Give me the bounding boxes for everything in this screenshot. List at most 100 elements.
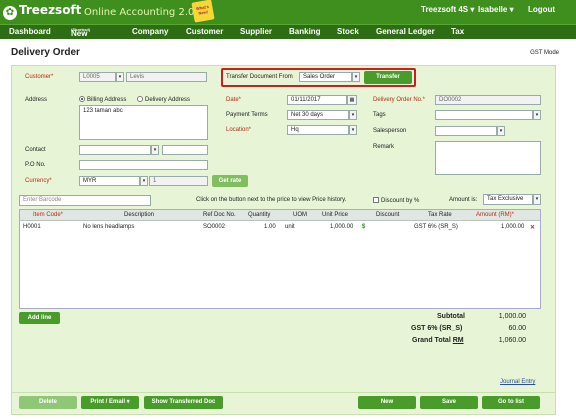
cell-unit-price[interactable]: 1,000.00 — [330, 224, 353, 230]
tags-dropdown-icon[interactable]: ▾ — [533, 110, 541, 120]
remark-label: Remark — [373, 144, 395, 150]
currency-select[interactable]: MYR — [79, 176, 140, 186]
customer-name-field[interactable]: Levis — [126, 72, 207, 82]
customer-label: Customer* — [25, 74, 54, 80]
address-textarea[interactable]: 123 taman abc — [79, 105, 208, 140]
terms-dropdown-icon[interactable]: ▾ — [349, 110, 357, 120]
cell-tax-rate[interactable]: GST 6% (SR_S) — [414, 224, 458, 230]
transfer-button[interactable]: Transfer — [364, 71, 412, 84]
tags-label: Tags — [373, 112, 386, 118]
currency-dropdown-icon[interactable]: ▾ — [140, 176, 148, 186]
nav-stock[interactable]: Stock — [337, 27, 359, 36]
radio-unchecked-icon — [137, 96, 143, 102]
billing-address-radio[interactable]: Billing Address — [79, 96, 126, 103]
amount-is-dropdown-icon[interactable]: ▾ — [533, 194, 541, 205]
location-label: Location* — [226, 127, 252, 133]
discount-percent-checkbox[interactable]: Discount by % — [373, 197, 419, 204]
nav-new[interactable]: New (Shortcut) — [71, 27, 90, 38]
gst-value: 60.00 — [508, 325, 526, 332]
col-item-code: Item Code* — [33, 212, 64, 218]
do-number-label: Delivery Order No.* — [373, 97, 426, 103]
line-items-table: Item Code* Description Ref Doc No. Quant… — [19, 209, 541, 309]
remark-textarea[interactable] — [435, 141, 541, 175]
address-label: Address — [25, 97, 48, 103]
user-menu[interactable]: Isabelle ▾ — [478, 5, 514, 14]
contact-extra-field[interactable] — [162, 145, 208, 155]
salesperson-dropdown-icon[interactable]: ▾ — [497, 126, 505, 136]
cell-uom[interactable]: unit — [285, 224, 295, 230]
cell-item-code[interactable]: H0001 — [23, 224, 41, 230]
chevron-down-icon: ▾ — [126, 399, 130, 405]
logout-link[interactable]: Logout — [528, 5, 555, 14]
customer-code-field[interactable]: L0005 — [79, 72, 116, 82]
amount-is-select[interactable]: Tax Exclusive — [483, 194, 533, 205]
barcode-input[interactable]: Enter Barcode — [19, 195, 151, 206]
add-line-button[interactable]: Add line — [19, 312, 60, 324]
col-ref-doc: Ref Doc No. — [203, 212, 236, 218]
nav-banking[interactable]: Banking — [289, 27, 321, 36]
po-number-field[interactable] — [79, 160, 208, 170]
price-history-icon[interactable]: $ — [362, 224, 365, 230]
customer-dropdown-icon[interactable]: ▾ — [116, 72, 124, 82]
location-select[interactable]: Hq — [287, 125, 349, 135]
subtotal-label: Subtotal — [437, 313, 465, 320]
cell-description[interactable]: No lens headlamps — [83, 224, 134, 230]
currency-label: Currency* — [25, 178, 52, 184]
nav-dashboard[interactable]: Dashboard — [9, 27, 51, 36]
radio-checked-icon — [79, 96, 85, 102]
col-description: Description — [124, 212, 155, 218]
checkbox-icon — [373, 197, 379, 203]
nav-tax[interactable]: Tax — [451, 27, 464, 36]
contact-label: Contact — [25, 147, 46, 153]
exchange-rate-field[interactable]: 1 — [149, 176, 208, 186]
nav-general-ledger[interactable]: General Ledger — [376, 27, 435, 36]
do-number-field[interactable]: DO0002 — [435, 95, 541, 105]
delete-row-icon[interactable]: ✕ — [530, 224, 535, 231]
company-menu[interactable]: Treezsoft 4S ▾ — [421, 5, 474, 14]
po-label: P.O No. — [25, 162, 46, 168]
cell-amount[interactable]: 1,000.00 — [501, 224, 524, 230]
journal-entry-link[interactable]: Journal Entry — [500, 379, 535, 385]
cell-ref-doc: SO0002 — [203, 224, 226, 230]
amount-is-label: Amount is: — [449, 197, 478, 203]
nav-company[interactable]: Company — [132, 27, 168, 36]
calendar-icon[interactable]: ▦ — [347, 95, 357, 105]
grand-total-label: Grand Total RM — [412, 337, 464, 344]
whats-new-badge[interactable]: What's New! — [191, 0, 215, 23]
page-title: Delivery Order — [11, 47, 80, 58]
delete-button[interactable]: Delete — [19, 396, 77, 409]
top-bar: ✿ Treezsoft Online Accounting 2.0 What's … — [0, 0, 576, 24]
contact-select[interactable] — [79, 145, 151, 155]
tags-select[interactable] — [435, 110, 533, 120]
date-label: Date* — [226, 97, 242, 103]
save-button[interactable]: Save — [420, 396, 478, 409]
salesperson-label: Salesperson — [373, 128, 407, 134]
brand-logo[interactable]: ✿ Treezsoft — [3, 3, 81, 20]
get-rate-button[interactable]: Get rate — [212, 175, 248, 187]
salesperson-select[interactable] — [435, 126, 497, 136]
new-button[interactable]: New — [358, 396, 416, 409]
gst-mode-label: GST Mode — [530, 50, 559, 56]
go-to-list-button[interactable]: Go to list — [482, 396, 540, 409]
product-name: Online Accounting 2.0 — [84, 7, 195, 18]
nav-supplier[interactable]: Supplier — [240, 27, 272, 36]
print-email-button[interactable]: Print / Email ▾ — [81, 396, 139, 409]
transfer-doc-select[interactable]: Sales Order — [299, 72, 352, 82]
subtotal-value: 1,000.00 — [498, 313, 526, 320]
nav-customer[interactable]: Customer — [186, 27, 223, 36]
col-amount: Amount (RM)* — [476, 212, 515, 218]
grand-total-value: 1,060.00 — [498, 337, 526, 344]
transfer-label: Transfer Document From — [226, 74, 293, 80]
payment-terms-select[interactable]: Net 30 days — [287, 110, 349, 120]
show-transferred-doc-button[interactable]: Show Transferred Doc — [144, 396, 223, 409]
col-discount: Discount — [376, 212, 400, 218]
transfer-dropdown-icon[interactable]: ▾ — [352, 72, 360, 82]
gst-label: GST 6% (SR_S) — [411, 325, 463, 332]
contact-dropdown-icon[interactable]: ▾ — [151, 145, 159, 155]
cell-quantity[interactable]: 1.00 — [264, 224, 276, 230]
delivery-address-radio[interactable]: Delivery Address — [137, 96, 190, 103]
date-field[interactable]: 01/11/2017 — [287, 95, 347, 105]
price-history-hint: Click on the button next to the price to… — [196, 197, 347, 203]
location-dropdown-icon[interactable]: ▾ — [349, 125, 357, 135]
table-row[interactable]: H0001 No lens headlamps SO0002 1.00 unit… — [20, 222, 540, 233]
